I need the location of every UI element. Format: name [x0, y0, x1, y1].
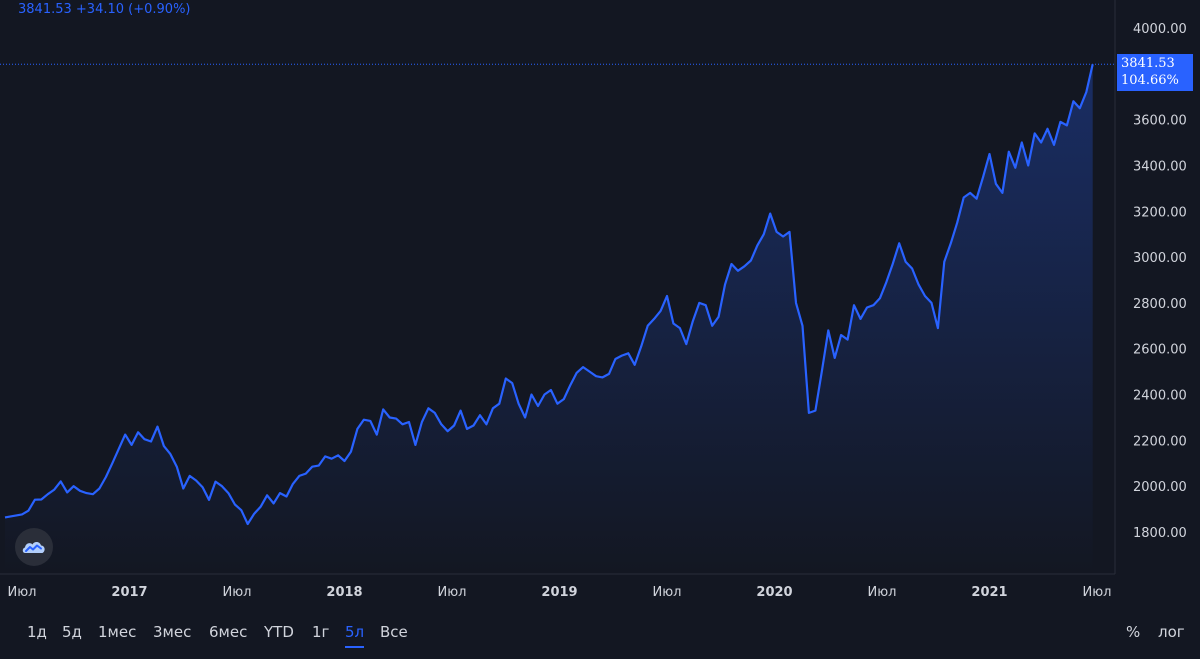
x-tick-label: 2021 [971, 585, 1007, 600]
last-price-percent: 104.66% [1121, 73, 1179, 88]
price-area-fill [5, 64, 1093, 575]
y-tick-label: 3200.00 [1133, 205, 1187, 220]
range-ytd-button[interactable]: YTD [264, 620, 294, 644]
x-axis[interactable]: Июл 2017 Июл 2018 Июл 2019 Июл 2020 Июл 2021 Июл [8, 585, 1112, 600]
y-tick-label: 1800.00 [1133, 526, 1187, 541]
y-tick-label: 2000.00 [1133, 480, 1187, 495]
x-tick-label: Июл [438, 585, 467, 600]
legend-header: 3841.53 +34.10 (+0.90%) [18, 2, 191, 17]
chart-canvas[interactable]: 1800.00 2000.00 2200.00 2400.00 2600.00 2800.… [0, 0, 1200, 659]
range-5y-button[interactable]: 5л [345, 620, 365, 648]
plot-area [0, 63, 1115, 575]
header-change-pct: (+0.90%) [128, 2, 191, 17]
last-price-value: 3841.53 [1121, 56, 1175, 71]
y-tick-label: 2600.00 [1133, 343, 1187, 358]
range-toolbar: 1д 5д 1мес 3мес 6мес YTD 1г 5л Все % лог [0, 612, 1200, 652]
x-tick-label: Июл [8, 585, 37, 600]
percent-scale-toggle[interactable]: % [1126, 620, 1140, 644]
x-tick-label: 2019 [541, 585, 577, 600]
range-all-button[interactable]: Все [380, 620, 408, 644]
tradingview-logo-button[interactable] [15, 528, 53, 566]
cloud-chart-icon [22, 541, 45, 553]
range-1d-button[interactable]: 1д [27, 620, 47, 644]
y-tick-label: 4000.00 [1133, 22, 1187, 37]
x-tick-label: Июл [223, 585, 252, 600]
range-3m-button[interactable]: 3мес [153, 620, 191, 644]
range-5d-button[interactable]: 5д [62, 620, 82, 644]
header-price: 3841.53 [18, 2, 72, 17]
x-tick-label: Июл [1083, 585, 1112, 600]
y-tick-label: 2800.00 [1133, 297, 1187, 312]
last-price-label: 3841.53 104.66% [1117, 54, 1193, 91]
x-tick-label: Июл [653, 585, 682, 600]
header-change: +34.10 [75, 2, 125, 17]
x-tick-label: 2020 [756, 585, 792, 600]
range-6m-button[interactable]: 6мес [209, 620, 247, 644]
y-tick-label: 2400.00 [1133, 389, 1187, 404]
range-1m-button[interactable]: 1мес [98, 620, 136, 644]
chart-app: 1800.00 2000.00 2200.00 2400.00 2600.00 2800.… [0, 0, 1200, 659]
x-tick-label: 2017 [111, 585, 147, 600]
y-tick-label: 3000.00 [1133, 251, 1187, 266]
log-scale-toggle[interactable]: лог [1158, 620, 1185, 644]
x-tick-label: 2018 [326, 585, 362, 600]
x-tick-label: Июл [868, 585, 897, 600]
y-tick-label: 3600.00 [1133, 114, 1187, 129]
range-1y-button[interactable]: 1г [312, 620, 329, 644]
y-tick-label: 2200.00 [1133, 434, 1187, 449]
y-axis[interactable]: 1800.00 2000.00 2200.00 2400.00 2600.00 2800.… [1133, 22, 1187, 541]
y-tick-label: 3400.00 [1133, 160, 1187, 175]
